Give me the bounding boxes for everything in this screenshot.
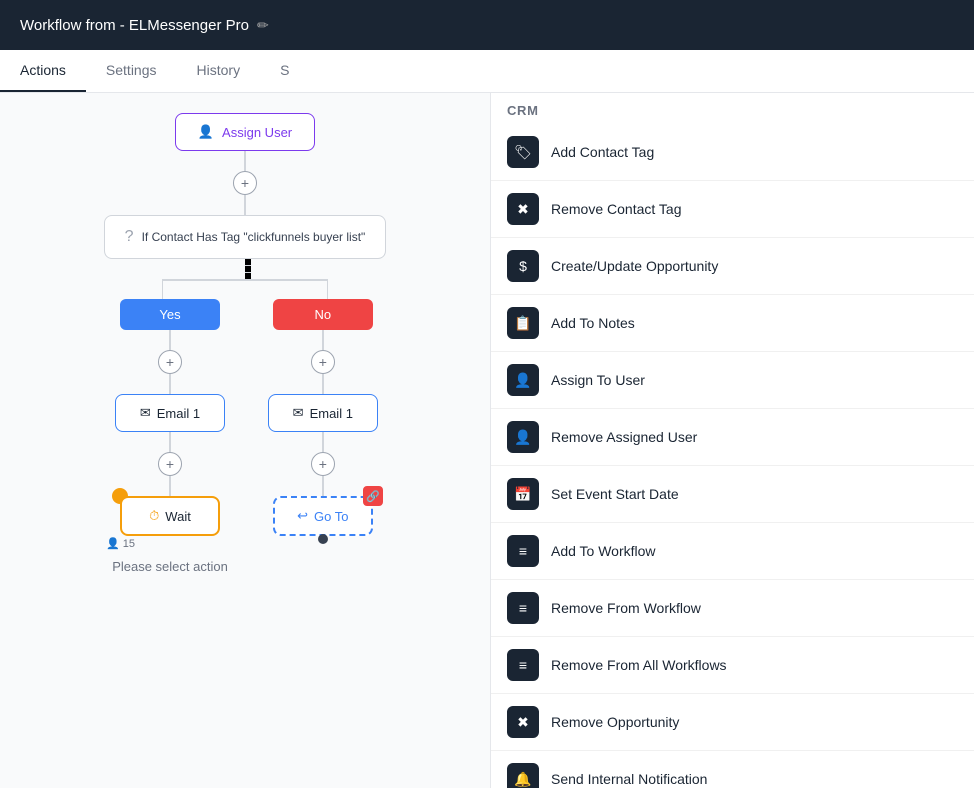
link-icon: 🔗 <box>363 486 383 506</box>
wait-container: ⏱ Wait 👤 15 <box>120 496 220 536</box>
add-to-workflow-label: Add To Workflow <box>551 543 656 559</box>
assign-user-icon: 👤 <box>198 124 214 140</box>
branch-split <box>85 259 405 299</box>
yes-conn2 <box>169 374 171 394</box>
please-select-action: Please select action <box>112 558 228 576</box>
create-opportunity-label: Create/Update Opportunity <box>551 258 718 274</box>
workflow-canvas: 👤 Assign User + ? If Contact Has Tag "cl… <box>0 93 490 788</box>
assign-user-box[interactable]: 👤 Assign User <box>175 113 315 151</box>
goto-bottom-dot <box>318 534 328 544</box>
condition-label: If Contact Has Tag "clickfunnels buyer l… <box>142 230 366 244</box>
yes-branch: Yes + ✉ Email 1 + ⏱ Wait <box>112 299 228 576</box>
no-node[interactable]: No <box>273 299 373 330</box>
add-after-yes-email[interactable]: + <box>158 452 182 476</box>
email-icon-yes: ✉ <box>140 405 151 421</box>
panel-item-add-to-workflow[interactable]: ≡ Add To Workflow <box>491 523 974 580</box>
yes-node[interactable]: Yes <box>120 299 220 330</box>
goto-container: ↩ Go To 🔗 <box>273 496 373 536</box>
panel-item-create-opportunity[interactable]: $ Create/Update Opportunity <box>491 238 974 295</box>
remove-opportunity-icon: ✖ <box>507 706 539 738</box>
remove-from-workflow-label: Remove From Workflow <box>551 600 701 616</box>
add-notes-icon: 📋 <box>507 307 539 339</box>
yes-connector <box>169 330 171 350</box>
no-email-label: Email 1 <box>310 406 353 421</box>
wait-node[interactable]: ⏱ Wait <box>120 496 220 536</box>
remove-opportunity-label: Remove Opportunity <box>551 714 679 730</box>
remove-from-all-workflows-icon: ≡ <box>507 649 539 681</box>
add-contact-tag-icon: 🏷 <box>507 136 539 168</box>
add-contact-tag-label: Add Contact Tag <box>551 144 654 160</box>
panel-item-remove-from-all-workflows[interactable]: ≡ Remove From All Workflows <box>491 637 974 694</box>
set-event-start-date-label: Set Event Start Date <box>551 486 679 502</box>
goto-icon: ↩ <box>297 508 308 524</box>
panel-item-assign-to-user[interactable]: 👤 Assign To User <box>491 352 974 409</box>
action-panel: CRM 🏷 Add Contact Tag ✖ Remove Contact T… <box>490 93 974 788</box>
set-event-start-date-icon: 📅 <box>507 478 539 510</box>
edit-icon[interactable]: ✏ <box>257 17 269 34</box>
yes-email-label: Email 1 <box>157 406 200 421</box>
no-conn3 <box>322 432 324 452</box>
add-after-no[interactable]: + <box>311 350 335 374</box>
no-connector <box>322 330 324 350</box>
add-to-workflow-icon: ≡ <box>507 535 539 567</box>
no-branch: No + ✉ Email 1 + ↩ Go To 🔗 <box>268 299 378 536</box>
yes-conn4 <box>169 476 171 496</box>
panel-item-remove-from-workflow[interactable]: ≡ Remove From Workflow <box>491 580 974 637</box>
tab-actions[interactable]: Actions <box>0 50 86 92</box>
add-after-assign[interactable]: + <box>233 171 257 195</box>
user-icon: 👤 <box>106 537 120 550</box>
header: Workflow from - ELMessenger Pro ✏ <box>0 0 974 50</box>
yes-conn3 <box>169 432 171 452</box>
main-content: 👤 Assign User + ? If Contact Has Tag "cl… <box>0 93 974 788</box>
add-after-no-email[interactable]: + <box>311 452 335 476</box>
yes-email-node[interactable]: ✉ Email 1 <box>115 394 225 432</box>
no-email-node[interactable]: ✉ Email 1 <box>268 394 378 432</box>
please-select-text: Please select action <box>112 559 228 574</box>
panel-item-send-internal-notification[interactable]: 🔔 Send Internal Notification <box>491 751 974 788</box>
remove-from-workflow-icon: ≡ <box>507 592 539 624</box>
remove-contact-tag-icon: ✖ <box>507 193 539 225</box>
tabs-bar: Actions Settings History S <box>0 50 974 93</box>
create-opportunity-icon: $ <box>507 250 539 282</box>
tab-settings[interactable]: Settings <box>86 50 177 92</box>
tab-history[interactable]: History <box>177 50 261 92</box>
assign-to-user-icon: 👤 <box>507 364 539 396</box>
assign-user-node: 👤 Assign User <box>175 113 315 151</box>
send-internal-notification-label: Send Internal Notification <box>551 771 707 787</box>
yes-no-row: Yes + ✉ Email 1 + ⏱ Wait <box>112 299 378 576</box>
remove-from-all-workflows-label: Remove From All Workflows <box>551 657 727 673</box>
panel-item-add-notes[interactable]: 📋 Add To Notes <box>491 295 974 352</box>
connector2 <box>244 195 246 215</box>
workflow-title: Workflow from - ELMessenger Pro <box>20 17 249 34</box>
connector1 <box>244 151 246 171</box>
panel-section-crm: CRM <box>491 93 974 124</box>
goto-node[interactable]: ↩ Go To <box>273 496 373 536</box>
panel-item-set-event-start-date[interactable]: 📅 Set Event Start Date <box>491 466 974 523</box>
panel-item-add-contact-tag[interactable]: 🏷 Add Contact Tag <box>491 124 974 181</box>
wait-clock-icon: ⏱ <box>149 508 159 524</box>
add-notes-label: Add To Notes <box>551 315 635 331</box>
goto-label: Go To <box>314 509 348 524</box>
no-conn2 <box>322 374 324 394</box>
assign-to-user-label: Assign To User <box>551 372 645 388</box>
panel-item-remove-contact-tag[interactable]: ✖ Remove Contact Tag <box>491 181 974 238</box>
condition-icon: ? <box>125 228 134 246</box>
user-count: 15 <box>123 538 135 550</box>
remove-contact-tag-label: Remove Contact Tag <box>551 201 681 217</box>
add-after-yes[interactable]: + <box>158 350 182 374</box>
remove-assigned-user-label: Remove Assigned User <box>551 429 697 445</box>
wait-label: Wait <box>165 509 191 524</box>
condition-node[interactable]: ? If Contact Has Tag "clickfunnels buyer… <box>104 215 387 259</box>
panel-item-remove-assigned-user[interactable]: 👤 Remove Assigned User <box>491 409 974 466</box>
user-badge: 👤 15 <box>106 537 135 550</box>
no-conn4 <box>322 476 324 496</box>
assign-user-label: Assign User <box>222 125 292 140</box>
email-icon-no: ✉ <box>293 405 304 421</box>
panel-item-remove-opportunity[interactable]: ✖ Remove Opportunity <box>491 694 974 751</box>
tab-s[interactable]: S <box>260 50 309 92</box>
remove-assigned-user-icon: 👤 <box>507 421 539 453</box>
send-internal-notification-icon: 🔔 <box>507 763 539 788</box>
